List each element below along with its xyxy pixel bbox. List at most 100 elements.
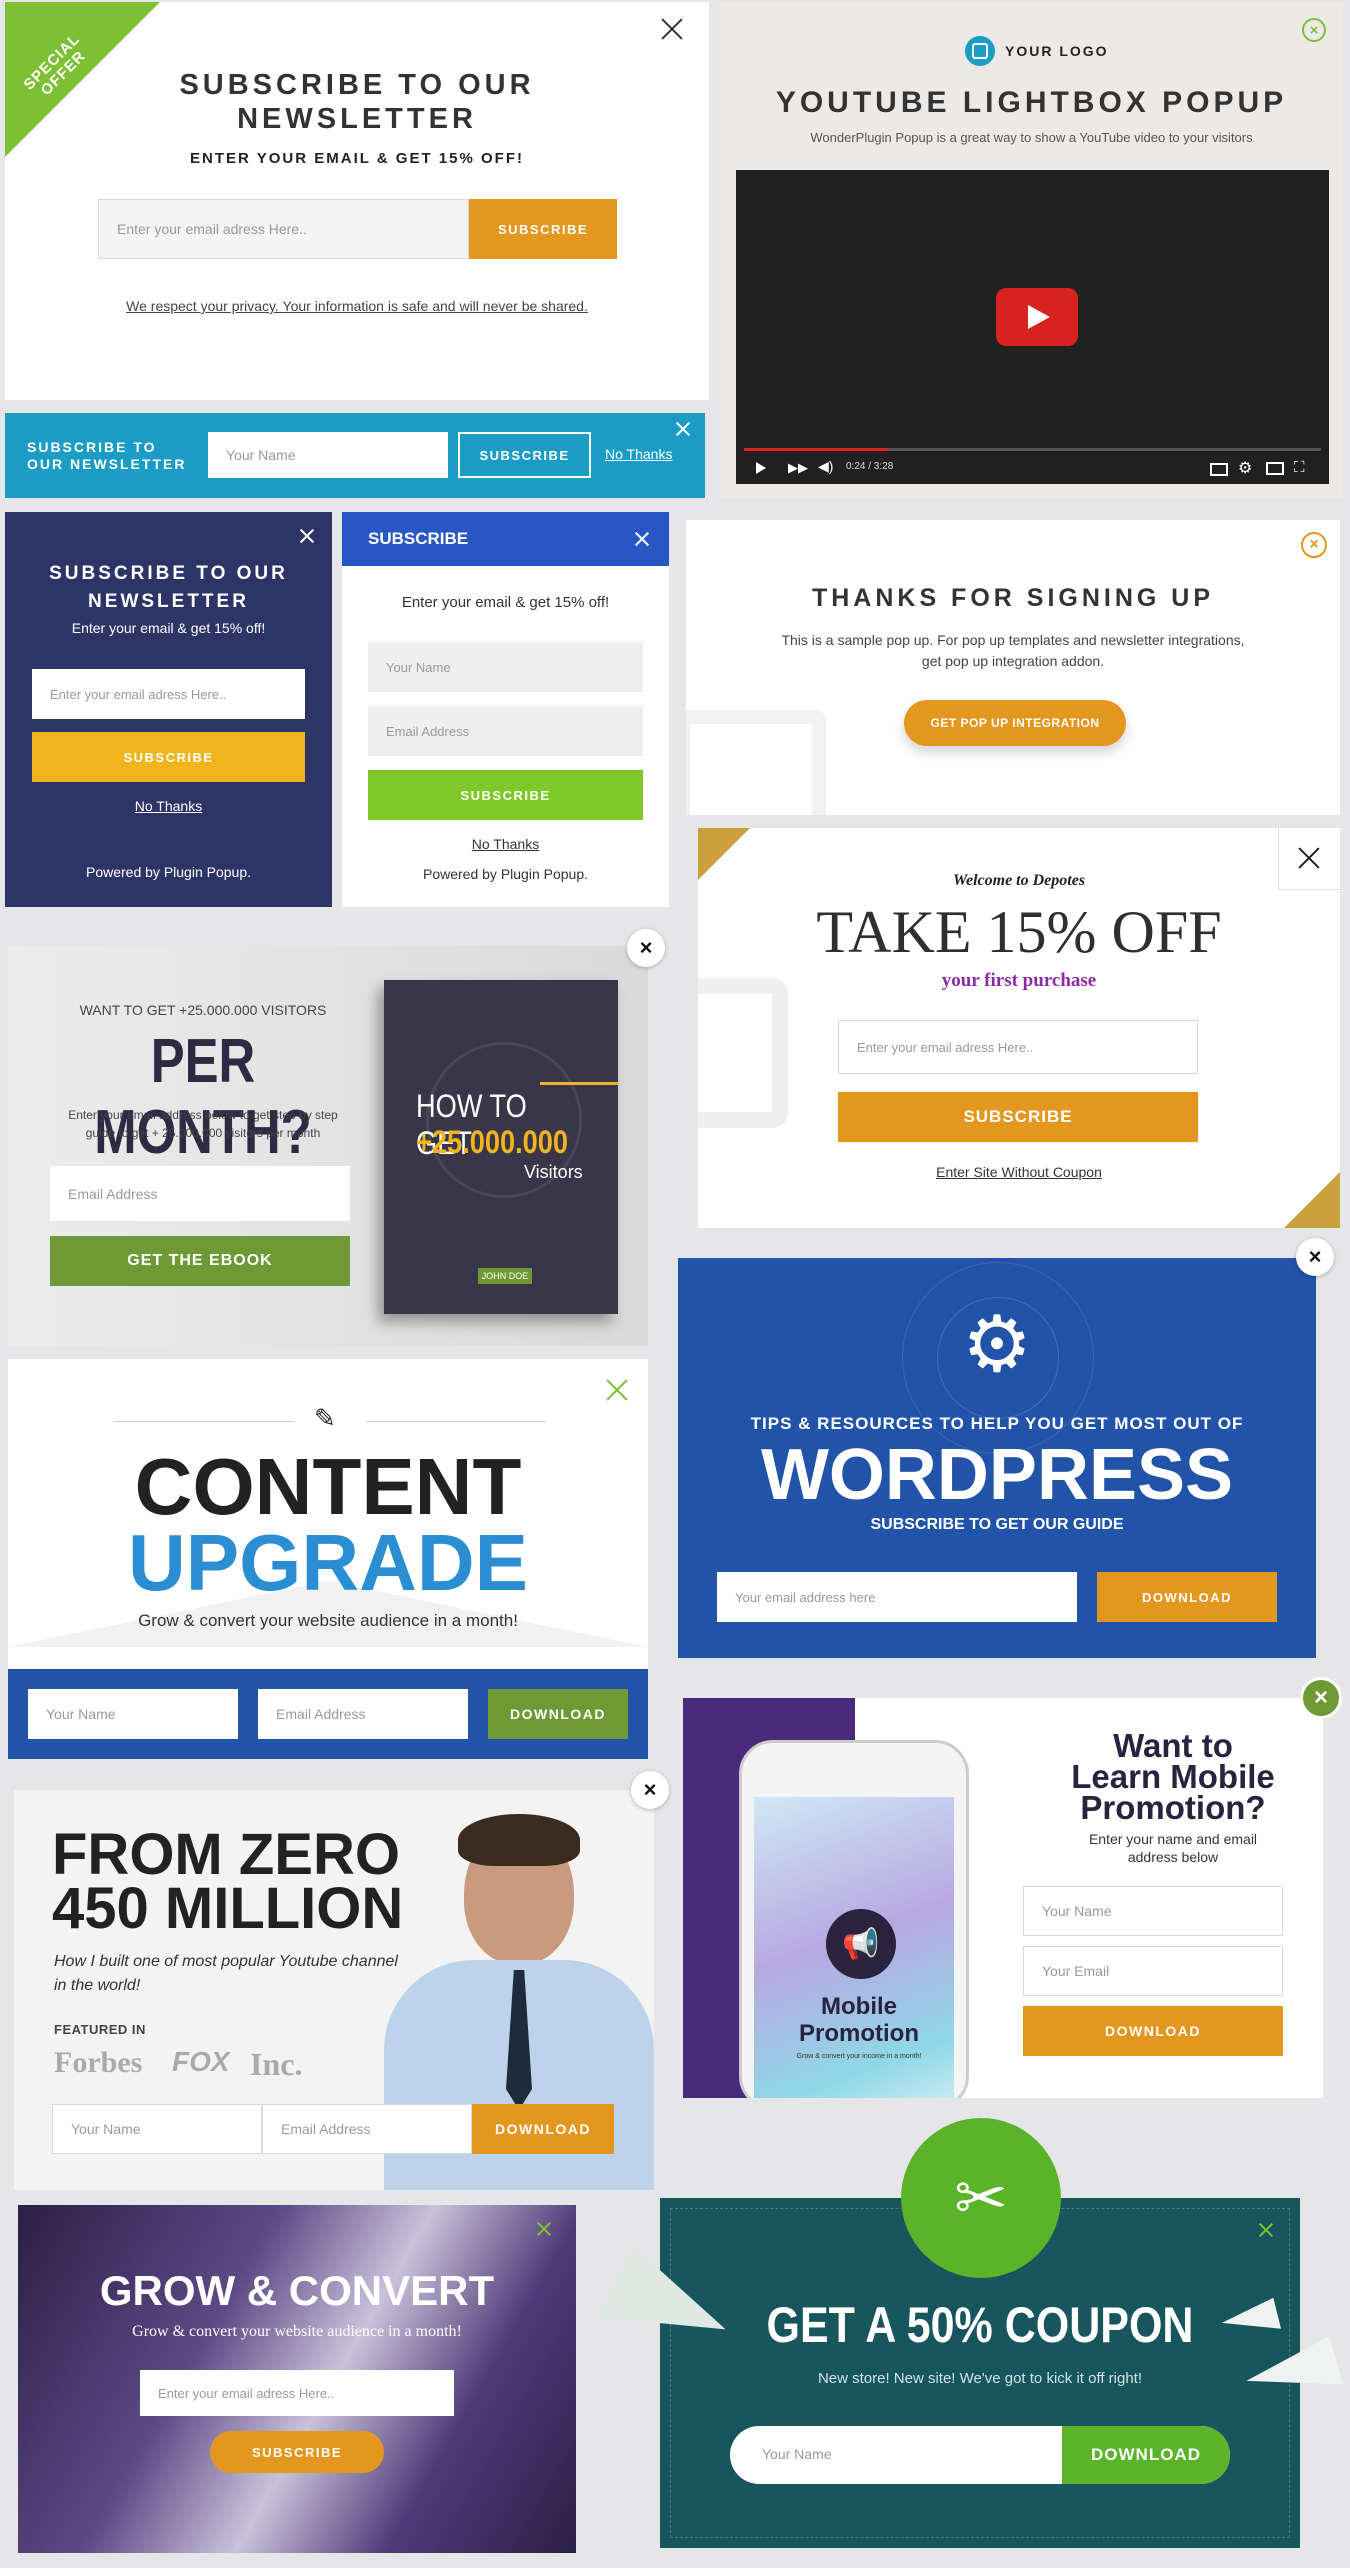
play-button[interactable] [996,288,1078,346]
email-input[interactable]: Email Address [368,706,643,756]
edit-icon: ✎ [314,1403,336,1433]
name-input[interactable]: Your Name [28,1689,238,1739]
cover-line3: Visitors [524,1162,583,1182]
close-icon[interactable] [659,16,685,42]
popup-title: GROW & CONVERT [99,2267,495,2314]
close-icon[interactable] [632,529,652,549]
video-player[interactable]: ▶▶ ◀) 0:24 / 3:28 ⚙ ⛶ [736,170,1329,484]
enter-site-link[interactable]: Enter Site Without Coupon [698,1164,1340,1180]
email-input[interactable]: Email Address [50,1166,350,1221]
popup-title: PER MONTH? [94,1027,312,1167]
scissors-badge-icon: ✂ [901,2118,1061,2278]
popup-text: Enter your email address below to get st… [68,1108,338,1140]
youtube-lightbox-popup: × YOUR LOGO YOUTUBE LIGHTBOX POPUP Wonde… [720,2,1343,498]
close-icon[interactable] [604,1377,630,1403]
close-icon[interactable]: × [1301,532,1327,558]
close-icon[interactable] [534,2219,554,2239]
email-input[interactable]: Email Address [258,1689,468,1739]
popup-text: How I built one of most popular Youtube … [54,1953,398,1994]
email-input[interactable]: Your Email [1023,1946,1283,1996]
subscribe-button[interactable]: SUBSCRIBE [469,199,617,259]
gear-icon: ⚙ [962,1300,1032,1388]
popup-subtitle: New store! New site! We've got to kick i… [817,2370,1143,2387]
download-button[interactable]: DOWNLOAD [1023,2006,1283,2056]
fullscreen-icon[interactable]: ⛶ [1294,459,1305,476]
volume-icon[interactable]: ◀) [818,458,833,475]
popup-title: YOUTUBE LIGHTBOX POPUP [775,86,1288,119]
email-input[interactable]: Your email address here [717,1572,1077,1622]
name-input[interactable]: Your Name [368,642,643,692]
subscribe-button[interactable]: SUBSCRIBE [838,1092,1198,1142]
close-icon[interactable]: × [631,1771,669,1809]
corner-accent-bottom [1284,1172,1340,1228]
envelope-icon [686,710,826,815]
popup-subtitle: WonderPlugin Popup is a great way to sho… [810,130,1253,145]
subscribe-button[interactable]: SUBSCRIBE [458,432,591,478]
popup-title: SUBSCRIBE TO OUR NEWSLETTER [179,69,535,135]
download-button[interactable]: DOWNLOAD [472,2104,614,2154]
wordpress-guide-popup: ⚙ TIPS & RESOURCES TO HELP YOU GET MOST … [678,1258,1316,1658]
name-input[interactable]: Your Name [208,432,448,478]
name-input[interactable]: Your Name [52,2104,262,2154]
next-icon[interactable]: ▶▶ [788,460,808,476]
no-thanks-link[interactable]: No Thanks [5,798,332,814]
cover-line2: +25.000.000 [416,1124,569,1160]
popup-title: Want to Learn Mobile Promotion? [1071,1727,1275,1826]
close-icon[interactable]: × [1296,1238,1334,1276]
popup-subtitle: Enter your email & get 15% off! [71,620,266,636]
photo-hair [458,1814,580,1866]
phone-screen: 📢 Mobile Promotion Grow & convert your i… [754,1797,954,2098]
popup-subtitle: Grow & convert your website audience in … [132,2323,462,2340]
download-button[interactable]: DOWNLOAD [1097,1572,1277,1622]
close-icon[interactable] [1256,2220,1276,2240]
email-input[interactable]: Enter your email adress Here.. [98,199,469,259]
divider [114,1421,294,1422]
popup-kicker: WANT TO GET +25.000.000 VISITORS [79,1002,327,1018]
popup-title: TAKE 15% OFF [816,899,1222,965]
close-icon[interactable] [1296,845,1322,871]
theater-icon[interactable] [1266,462,1284,475]
ebook-popup: WANT TO GET +25.000.000 VISITORS PER MON… [8,946,648,1346]
captions-icon[interactable] [1210,463,1228,476]
divider [366,1421,546,1422]
popup-title: FROM ZERO 450 MILLION [52,1822,404,1941]
download-button[interactable]: DOWNLOAD [1062,2426,1230,2484]
email-input[interactable]: Email Address [262,2104,472,2154]
close-icon[interactable] [297,526,317,546]
settings-icon[interactable]: ⚙ [1238,458,1252,478]
download-button[interactable]: DOWNLOAD [488,1689,628,1739]
play-icon [1028,305,1050,329]
popup-kicker: Welcome to Depotes [952,872,1086,889]
close-icon[interactable]: × [1302,18,1326,42]
close-icon[interactable]: × [627,929,665,967]
phone-text: Grow & convert your income in a month! [796,2053,922,2060]
no-thanks-link[interactable]: No Thanks [605,446,672,462]
email-input[interactable]: Enter your email adress Here.. [838,1020,1198,1074]
thanks-popup: × THANKS FOR SIGNING UP This is a sample… [686,520,1340,815]
close-icon[interactable] [673,419,693,439]
popup-subtitle: Enter your email & get 15% off! [401,594,610,611]
subscribe-button[interactable]: SUBSCRIBE [368,770,643,820]
cover-author: JOHN DOE [478,1268,532,1284]
newsletter-bar-popup: SUBSCRIBE TO OUR NEWSLETTER Your Name SU… [5,413,705,498]
name-input[interactable]: Your Name [1023,1886,1283,1936]
blue-header-subscribe-popup: SUBSCRIBE Enter your email & get 15% off… [342,512,669,907]
content-upgrade-popup: ✎ CONTENT UPGRADE Grow & convert your we… [8,1359,648,1759]
navy-newsletter-popup: SUBSCRIBE TO OUR NEWSLETTER Enter your e… [5,512,332,907]
email-input[interactable]: Enter your email adress Here.. [140,2370,454,2416]
play-control-icon[interactable] [756,462,766,474]
close-icon[interactable]: × [1300,1677,1342,1719]
subscribe-button[interactable]: SUBSCRIBE [210,2431,384,2473]
get-integration-button[interactable]: GET POP UP INTEGRATION [904,700,1126,746]
popup-text: This is a sample pop up. For pop up temp… [781,632,1245,669]
featured-label: FEATURED IN [54,2022,146,2037]
popup-subtitle: Grow & convert your website audience in … [138,1611,518,1630]
get-ebook-button[interactable]: GET THE EBOOK [50,1236,350,1286]
no-thanks-link[interactable]: No Thanks [342,836,669,852]
name-input[interactable]: Your Name [762,2446,832,2462]
progress-bar[interactable] [744,448,1321,451]
email-input[interactable]: Enter your email adress Here.. [32,669,305,719]
popup-header: SUBSCRIBE [342,512,669,566]
newsletter-popup-special-offer: SPECIAL OFFER SUBSCRIBE TO OUR NEWSLETTE… [5,2,709,400]
subscribe-button[interactable]: SUBSCRIBE [32,732,305,782]
